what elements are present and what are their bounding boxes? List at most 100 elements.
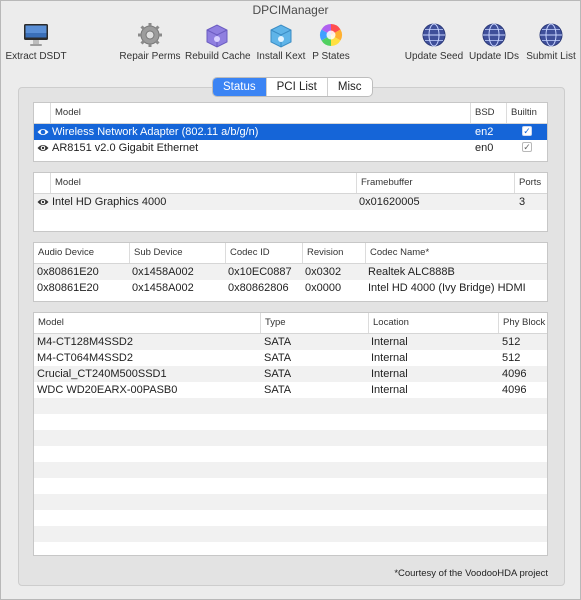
- codec-name-cell: Intel HD 4000 (Ivy Bridge) HDMI: [368, 282, 526, 294]
- bsd-cell: en0: [475, 142, 494, 154]
- codec-name-cell: Realtek ALC888B: [368, 266, 455, 278]
- table-row[interactable]: WDC WD20EARX-00PASB0 SATA Internal 4096: [34, 382, 547, 398]
- header-cell[interactable]: Revision: [302, 243, 365, 263]
- builtin-checkbox[interactable]: ✓: [522, 126, 532, 136]
- header-cell[interactable]: Model: [50, 103, 470, 123]
- update-seed-button[interactable]: Update Seed: [404, 21, 464, 62]
- codec-id-cell: 0x80862806: [228, 282, 289, 294]
- model-cell: Wireless Network Adapter (802.11 a/b/g/n…: [52, 126, 259, 138]
- table-row: [34, 478, 547, 494]
- submit-list-button[interactable]: Submit List: [523, 21, 579, 62]
- sub-device-cell: 0x1458A002: [132, 266, 194, 278]
- header-cell[interactable]: Type: [260, 313, 368, 333]
- update-ids-button[interactable]: Update IDs: [468, 21, 520, 62]
- tab-misc[interactable]: Misc: [328, 78, 372, 96]
- phy-block-cell: 512: [502, 336, 521, 348]
- tab-bar: Status PCI List Misc: [212, 77, 373, 97]
- sub-device-cell: 0x1458A002: [132, 282, 194, 294]
- tab-pci-list[interactable]: PCI List: [267, 78, 328, 96]
- eye-icon[interactable]: [37, 143, 49, 153]
- blue-box-icon: [270, 24, 292, 48]
- toolbar-label: Extract DSDT: [5, 51, 67, 62]
- tab-status[interactable]: Status: [213, 78, 267, 96]
- header-cell[interactable]: BSD: [470, 103, 506, 123]
- window-title: DPCIManager: [252, 3, 329, 17]
- model-cell: WDC WD20EARX-00PASB0: [37, 384, 178, 396]
- table-row: [34, 510, 547, 526]
- install-kext-button[interactable]: Install Kext: [253, 21, 309, 62]
- header-cell[interactable]: Ports: [514, 173, 547, 193]
- table-row[interactable]: Crucial_CT240M500SSD1 SATA Internal 4096: [34, 366, 547, 382]
- toolbar-label: Rebuild Cache: [185, 51, 251, 62]
- header-cell[interactable]: Codec ID: [225, 243, 302, 263]
- extract-dsdt-button[interactable]: Extract DSDT: [5, 21, 67, 62]
- table-header: Model Framebuffer Ports: [34, 173, 547, 194]
- p-states-button[interactable]: P States: [309, 21, 353, 62]
- table-row[interactable]: AR8151 v2.0 Gigabit Ethernet en0 ✓: [34, 140, 547, 156]
- table-row[interactable]: Wireless Network Adapter (802.11 a/b/g/n…: [34, 124, 547, 140]
- location-cell: Internal: [371, 368, 408, 380]
- header-cell[interactable]: Framebuffer: [356, 173, 514, 193]
- model-cell: M4-CT064M4SSD2: [37, 352, 133, 364]
- table-row: [34, 446, 547, 462]
- table-row: [34, 494, 547, 510]
- header-cell[interactable]: Model: [50, 173, 356, 193]
- header-cell[interactable]: Audio Device: [34, 243, 129, 263]
- toolbar-label: P States: [312, 51, 350, 62]
- model-cell: Crucial_CT240M500SSD1: [37, 368, 167, 380]
- toolbar: Extract DSDT Repair Perms Rebuild Cache …: [1, 19, 580, 67]
- location-cell: Internal: [371, 336, 408, 348]
- globe-icon: [539, 23, 563, 47]
- status-panel: Model BSD Builtin Wireless Network Adapt…: [18, 87, 565, 586]
- phy-block-cell: 4096: [502, 384, 527, 396]
- header-cell[interactable]: Codec Name*: [365, 243, 547, 263]
- codec-id-cell: 0x10EC0887: [228, 266, 292, 278]
- table-row: [34, 398, 547, 414]
- location-cell: Internal: [371, 352, 408, 364]
- header-cell[interactable]: Builtin: [506, 103, 547, 123]
- model-cell: M4-CT128M4SSD2: [37, 336, 133, 348]
- header-cell[interactable]: Phy Block: [498, 313, 547, 333]
- table-row[interactable]: Intel HD Graphics 4000 0x01620005 3: [34, 194, 547, 210]
- toolbar-label: Submit List: [526, 51, 576, 62]
- type-cell: SATA: [264, 336, 292, 348]
- table-row: [34, 430, 547, 446]
- dpcimanager-window: DPCIManager Extract DSDT Repair Perms Re…: [0, 0, 581, 600]
- storage-table: Model Type Location Phy Block M4-CT128M4…: [33, 312, 548, 556]
- repair-perms-button[interactable]: Repair Perms: [119, 21, 181, 62]
- network-table: Model BSD Builtin Wireless Network Adapt…: [33, 102, 548, 162]
- footnote: *Courtesy of the VoodooHDA project: [394, 568, 548, 579]
- toolbar-label: Install Kext: [256, 51, 306, 62]
- model-cell: AR8151 v2.0 Gigabit Ethernet: [52, 142, 199, 154]
- globe-icon: [482, 23, 506, 47]
- table-header: Model Type Location Phy Block: [34, 313, 547, 334]
- toolbar-label: Update Seed: [404, 51, 464, 62]
- framebuffer-cell: 0x01620005: [359, 196, 420, 208]
- table-row[interactable]: M4-CT128M4SSD2 SATA Internal 512: [34, 334, 547, 350]
- type-cell: SATA: [264, 352, 292, 364]
- header-cell[interactable]: Sub Device: [129, 243, 225, 263]
- gear-icon: [138, 23, 162, 47]
- audio-device-cell: 0x80861E20: [37, 266, 99, 278]
- purple-box-icon: [206, 24, 228, 48]
- table-row[interactable]: 0x80861E20 0x1458A002 0x10EC0887 0x0302 …: [34, 264, 547, 280]
- globe-icon: [422, 23, 446, 47]
- table-row[interactable]: M4-CT064M4SSD2 SATA Internal 512: [34, 350, 547, 366]
- builtin-checkbox[interactable]: ✓: [522, 142, 532, 152]
- audio-device-cell: 0x80861E20: [37, 282, 99, 294]
- location-cell: Internal: [371, 384, 408, 396]
- audio-table: Audio Device Sub Device Codec ID Revisio…: [33, 242, 548, 302]
- rebuild-cache-button[interactable]: Rebuild Cache: [185, 21, 251, 62]
- type-cell: SATA: [264, 368, 292, 380]
- header-cell[interactable]: Model: [34, 313, 260, 333]
- header-cell: [34, 103, 50, 123]
- phy-block-cell: 4096: [502, 368, 527, 380]
- eye-icon[interactable]: [37, 197, 49, 207]
- revision-cell: 0x0302: [305, 266, 342, 278]
- toolbar-label: Update IDs: [468, 51, 520, 62]
- table-row: [34, 526, 547, 542]
- bsd-cell: en2: [475, 126, 494, 138]
- header-cell[interactable]: Location: [368, 313, 498, 333]
- eye-icon[interactable]: [37, 127, 49, 137]
- table-row[interactable]: 0x80861E20 0x1458A002 0x80862806 0x0000 …: [34, 280, 547, 296]
